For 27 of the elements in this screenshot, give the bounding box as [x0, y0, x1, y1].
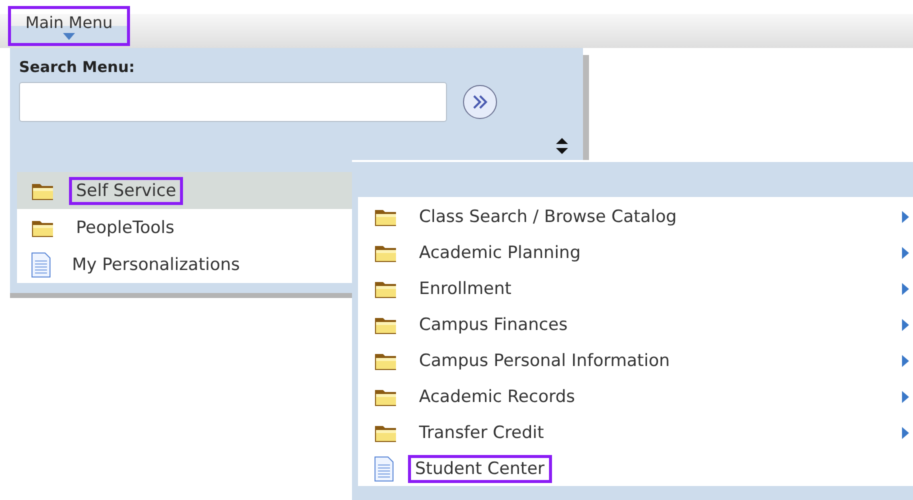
folder-icon: [374, 315, 398, 335]
submenu-item[interactable]: Enrollment: [358, 271, 913, 307]
submenu-item[interactable]: Academic Records: [358, 379, 913, 415]
document-icon: [31, 252, 51, 278]
double-chevron-icon: [471, 94, 489, 110]
menu-item[interactable]: Self Service: [17, 172, 352, 209]
submenu-item[interactable]: Transfer Credit: [358, 415, 913, 451]
menu-item[interactable]: My Personalizations: [17, 246, 352, 283]
caret-icon: [63, 33, 75, 40]
search-label: Search Menu:: [19, 58, 136, 76]
submenu-item[interactable]: Campus Personal Information: [358, 343, 913, 379]
submenu-item[interactable]: Student Center: [358, 451, 913, 487]
search-button[interactable]: [463, 85, 497, 119]
sort-icon[interactable]: [556, 137, 568, 155]
search-field[interactable]: [19, 82, 447, 122]
menu-item[interactable]: PeopleTools: [17, 209, 352, 246]
folder-icon: [374, 351, 398, 371]
folder-icon: [374, 279, 398, 299]
submenu-item[interactable]: Academic Planning: [358, 235, 913, 271]
submenu-item[interactable]: Campus Finances: [358, 307, 913, 343]
folder-icon: [374, 387, 398, 407]
folder-icon: [374, 243, 398, 263]
folder-icon: [374, 423, 398, 443]
submenu-item[interactable]: Class Search / Browse Catalog: [358, 199, 913, 235]
document-icon: [374, 456, 394, 482]
main-menu-button[interactable]: Main Menu: [8, 6, 130, 46]
folder-icon: [374, 207, 398, 227]
